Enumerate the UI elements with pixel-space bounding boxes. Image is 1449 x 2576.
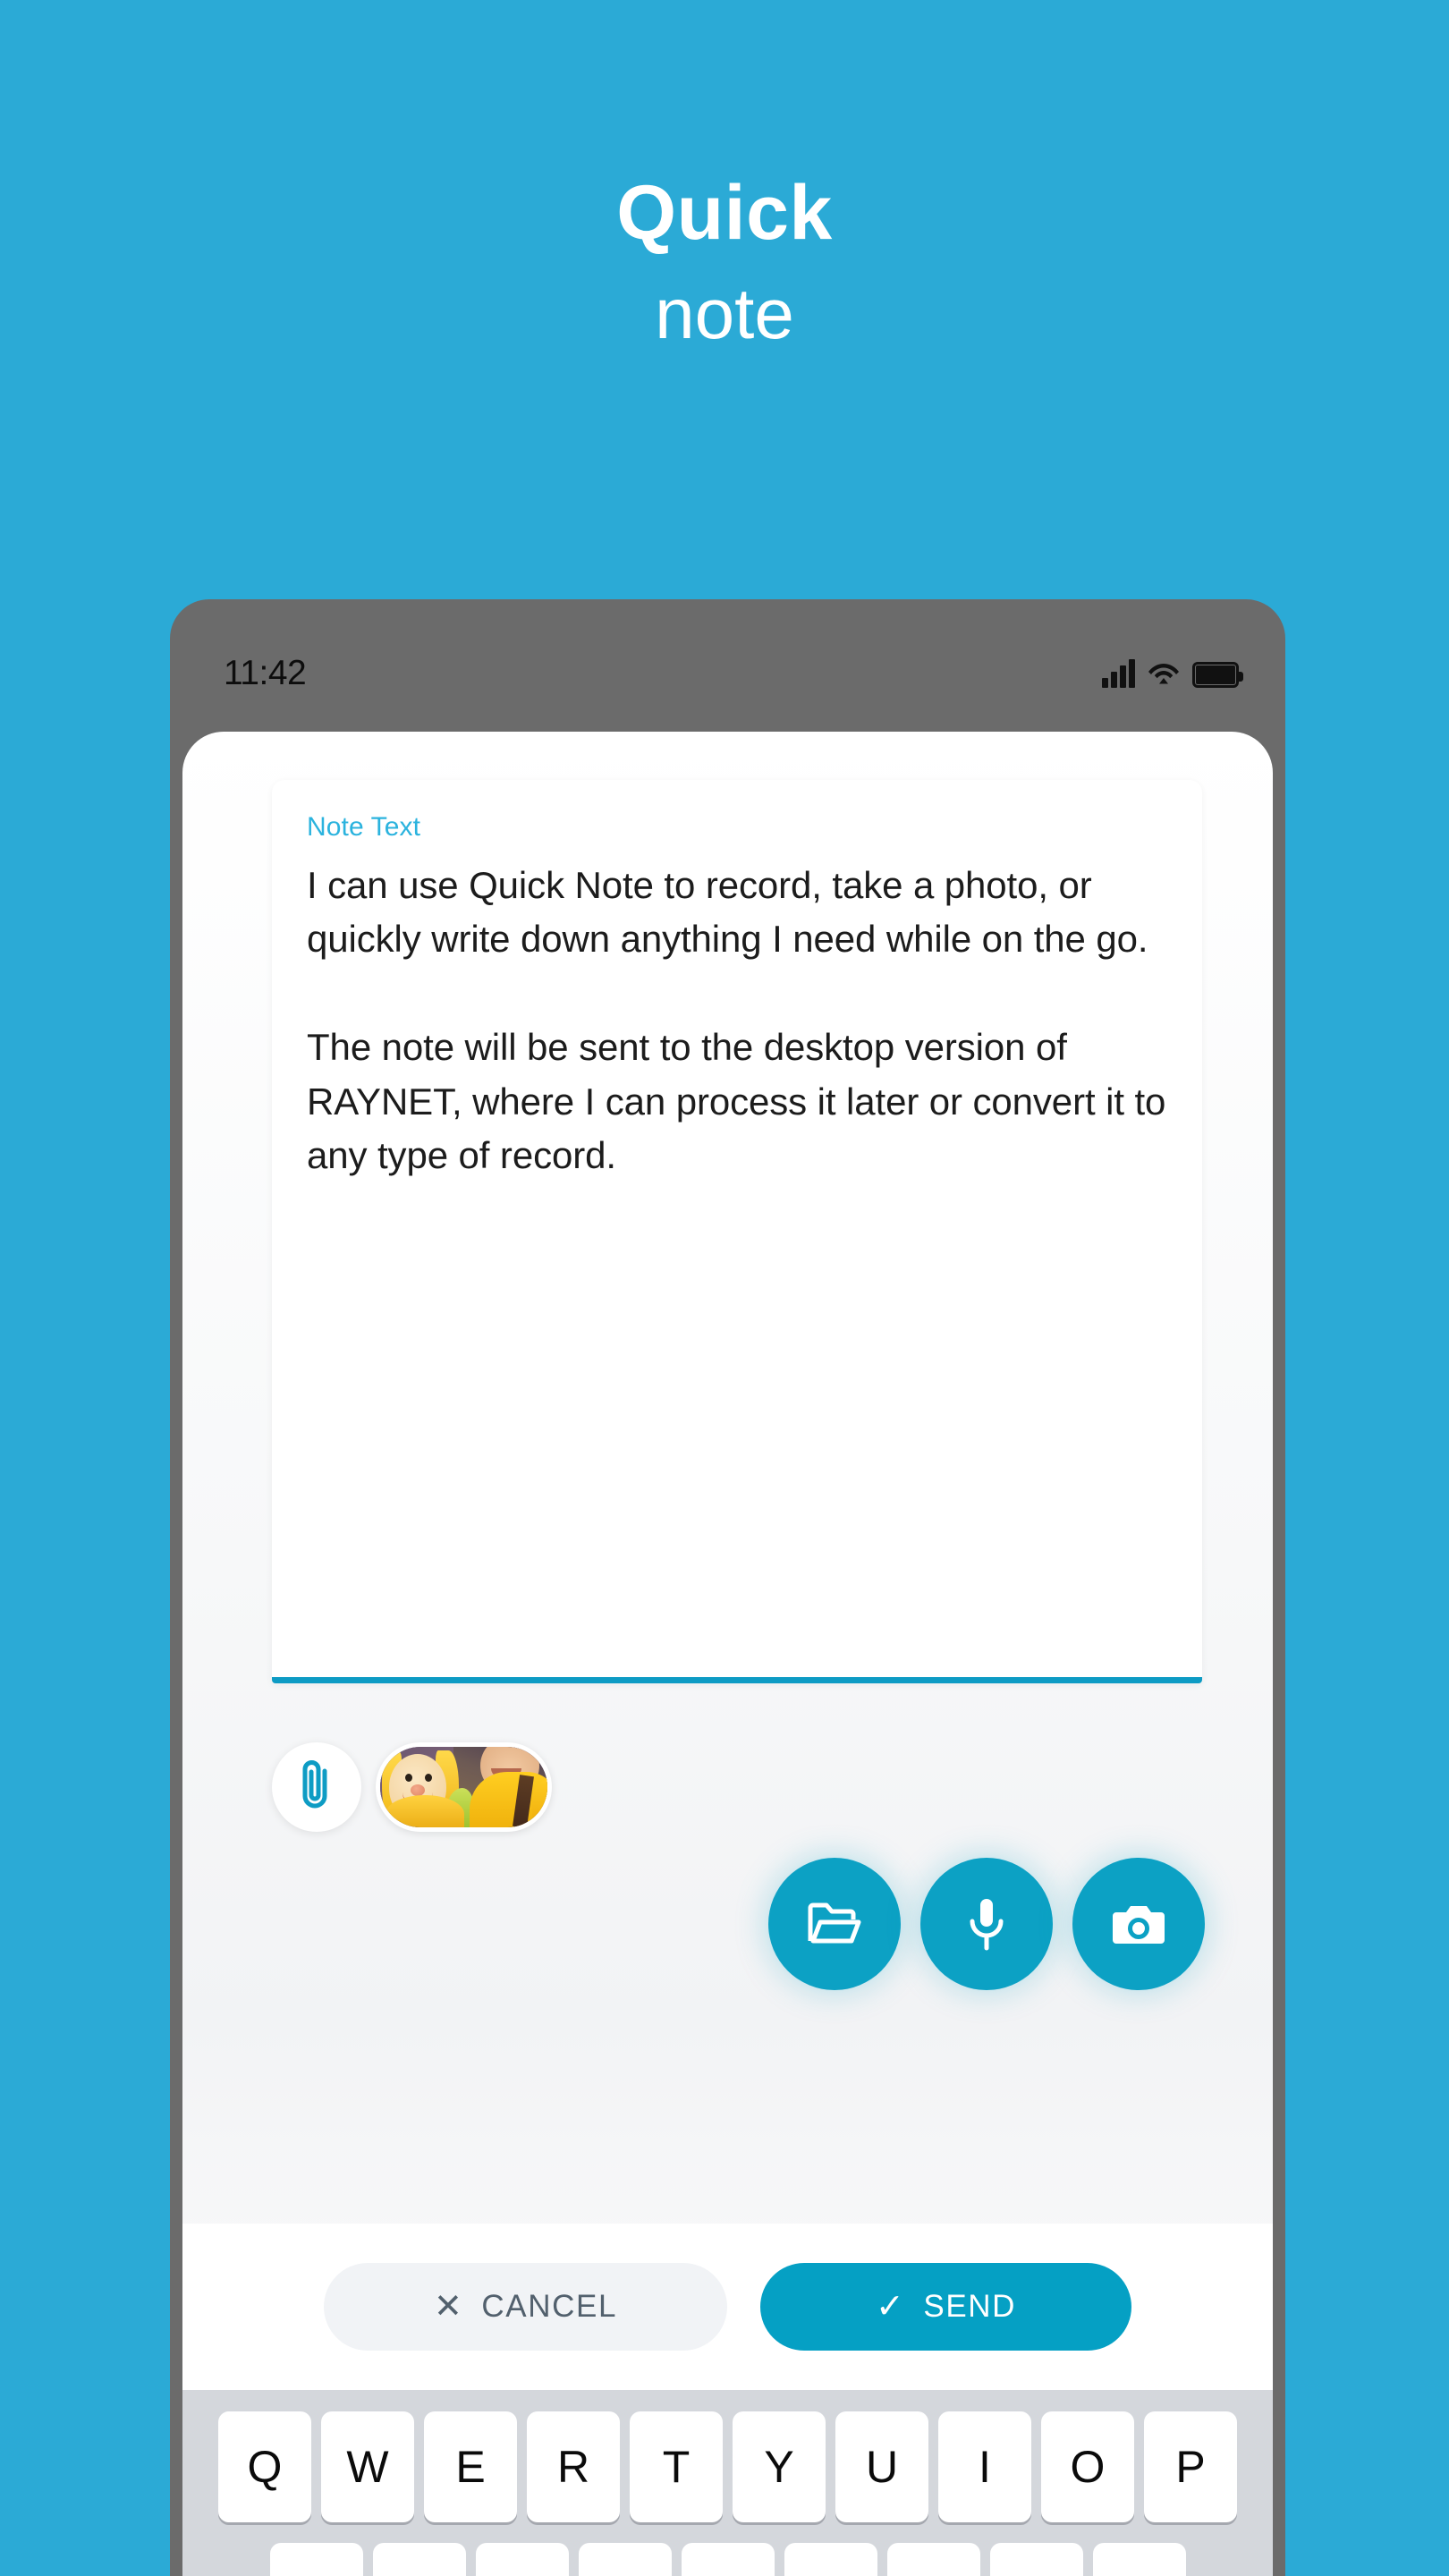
- keyboard-key-r[interactable]: R: [527, 2411, 620, 2522]
- status-bar: 11:42: [170, 599, 1285, 732]
- keyboard-key-g[interactable]: G: [681, 2543, 775, 2576]
- keyboard-key-e[interactable]: E: [424, 2411, 517, 2522]
- on-screen-keyboard[interactable]: QWERTYUIOP ASDFGHJKL: [182, 2390, 1273, 2576]
- keyboard-key-y[interactable]: Y: [733, 2411, 826, 2522]
- quick-action-buttons: [768, 1858, 1205, 1990]
- paperclip-icon: [295, 1759, 338, 1816]
- photo-attachment-thumbnail[interactable]: [376, 1742, 552, 1832]
- send-button[interactable]: ✓ SEND: [760, 2263, 1131, 2351]
- keyboard-key-h[interactable]: H: [784, 2543, 877, 2576]
- keyboard-key-s[interactable]: S: [372, 2543, 466, 2576]
- keyboard-row-1: QWERTYUIOP: [182, 2411, 1273, 2522]
- keyboard-key-w[interactable]: W: [321, 2411, 414, 2522]
- keyboard-key-t[interactable]: T: [630, 2411, 723, 2522]
- keyboard-key-j[interactable]: J: [886, 2543, 980, 2576]
- check-icon: ✓: [875, 2288, 906, 2326]
- take-photo-button[interactable]: [1072, 1858, 1205, 1990]
- send-button-label: SEND: [923, 2289, 1017, 2324]
- page-title: Quick note: [0, 174, 1449, 350]
- keyboard-key-u[interactable]: U: [835, 2411, 928, 2522]
- wifi-icon: [1148, 661, 1180, 688]
- phone-mockup: 11:42 Note Text I can use Quick Note to …: [170, 599, 1285, 2576]
- keyboard-key-i[interactable]: I: [938, 2411, 1031, 2522]
- folder-open-icon: [807, 1900, 862, 1948]
- open-folder-button[interactable]: [768, 1858, 901, 1990]
- app-screen: Note Text I can use Quick Note to record…: [182, 732, 1273, 2576]
- cellular-signal-icon: [1102, 659, 1135, 688]
- keyboard-key-l[interactable]: L: [1092, 2543, 1186, 2576]
- page-title-line-1: Quick: [616, 170, 833, 256]
- status-bar-icons: [1102, 659, 1243, 688]
- keyboard-key-f[interactable]: F: [578, 2543, 672, 2576]
- note-text-input[interactable]: I can use Quick Note to record, take a p…: [307, 859, 1167, 1183]
- note-input-card[interactable]: Note Text I can use Quick Note to record…: [272, 780, 1202, 1683]
- keyboard-row-2: ASDFGHJKL: [182, 2543, 1273, 2576]
- attachments-row: [272, 1742, 552, 1832]
- keyboard-key-q[interactable]: Q: [218, 2411, 311, 2522]
- page-title-line-2: note: [655, 274, 794, 353]
- add-attachment-button[interactable]: [272, 1742, 361, 1832]
- note-text-label: Note Text: [307, 812, 421, 842]
- keyboard-key-k[interactable]: K: [989, 2543, 1083, 2576]
- status-bar-clock: 11:42: [224, 654, 307, 692]
- camera-icon: [1111, 1901, 1166, 1947]
- keyboard-key-a[interactable]: A: [269, 2543, 363, 2576]
- keyboard-key-d[interactable]: D: [475, 2543, 569, 2576]
- keyboard-key-o[interactable]: O: [1041, 2411, 1134, 2522]
- keyboard-key-p[interactable]: P: [1144, 2411, 1237, 2522]
- battery-full-icon: [1192, 662, 1243, 688]
- cancel-button-label: CANCEL: [481, 2289, 618, 2324]
- microphone-icon: [965, 1896, 1008, 1952]
- cancel-button[interactable]: ✕ CANCEL: [324, 2263, 727, 2351]
- form-action-bar: ✕ CANCEL ✓ SEND: [182, 2224, 1273, 2390]
- record-audio-button[interactable]: [920, 1858, 1053, 1990]
- close-x-icon: ✕: [433, 2288, 464, 2326]
